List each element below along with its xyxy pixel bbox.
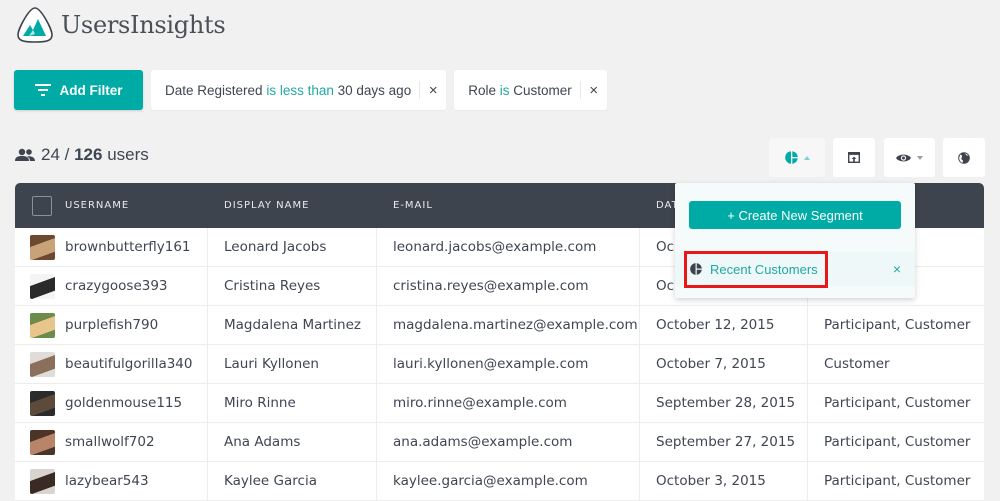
avatar: [30, 312, 55, 338]
caret-down-icon: [917, 155, 923, 160]
delete-segment-icon[interactable]: ×: [893, 261, 901, 277]
export-button[interactable]: [833, 138, 875, 177]
users-icon: [15, 148, 35, 161]
cell-roles: Participant, Customer: [824, 473, 971, 489]
cell-date-registered: October 3, 2015: [640, 462, 808, 500]
add-filter-label: Add Filter: [59, 82, 123, 98]
table-row[interactable]: smallwolf702 Ana Adams ana.adams@example.c…: [15, 423, 984, 462]
cell-roles: Participant, Customer: [824, 317, 971, 333]
remove-filter-icon[interactable]: ×: [581, 82, 607, 99]
filter-value: 30 days ago: [337, 82, 412, 98]
shown-count: 24: [41, 145, 60, 164]
cell-username: brownbutterfly161: [15, 228, 208, 266]
caret-up-icon: [803, 155, 810, 160]
segments-pie-icon: [784, 151, 798, 164]
cell-username: lazybear543: [15, 462, 208, 500]
create-new-segment-button[interactable]: + Create New Segment: [689, 201, 901, 229]
filter-chip-role[interactable]: Role is Customer ×: [454, 70, 607, 110]
username-link[interactable]: smallwolf702: [65, 434, 155, 450]
app-logo: UsersInsights: [15, 5, 226, 45]
username-link[interactable]: brownbutterfly161: [65, 239, 191, 255]
total-count: 126: [74, 145, 103, 164]
table-row[interactable]: beautifulgorilla340 Lauri Kyllonen lauri.k…: [15, 345, 984, 384]
cell-email: ana.adams@example.com: [377, 423, 640, 461]
cell-date-registered: September 28, 2015: [640, 384, 808, 422]
map-view-button[interactable]: [943, 138, 985, 177]
cell-display-name: Magdalena Martinez: [208, 306, 377, 344]
cell-email: lauri.kyllonen@example.com: [377, 345, 640, 383]
username-link[interactable]: purplefish790: [65, 317, 158, 333]
avatar: [30, 273, 55, 299]
cell-display-name: Leonard Jacobs: [208, 228, 377, 266]
filter-field: Role: [468, 82, 496, 98]
add-filter-button[interactable]: Add Filter: [14, 70, 143, 110]
cell-email: leonard.jacobs@example.com: [377, 228, 640, 266]
table-row[interactable]: lazybear543 Kaylee Garcia kaylee.garcia@ex…: [15, 462, 984, 501]
cell-display-name: Miro Rinne: [208, 384, 377, 422]
export-icon: [848, 152, 860, 163]
username-link[interactable]: lazybear543: [65, 473, 149, 489]
count-separator: /: [59, 145, 75, 164]
cell-date-registered: October 7, 2015: [640, 345, 808, 383]
segment-item-recent-customers[interactable]: Recent Customers ×: [675, 252, 915, 286]
globe-icon: [958, 151, 970, 164]
cell-roles: Customer: [824, 356, 890, 372]
table-row[interactable]: purplefish790 Magdalena Martinez magdalena…: [15, 306, 984, 345]
cell-display-name: Ana Adams: [208, 423, 377, 461]
username-link[interactable]: crazygoose393: [65, 278, 168, 294]
cell-date-registered: September 27, 2015: [640, 423, 808, 461]
cell-date-registered: October 12, 2015: [640, 306, 808, 344]
segment-label: Recent Customers: [710, 261, 818, 277]
cell-display-name: Lauri Kyllonen: [208, 345, 377, 383]
segments-button[interactable]: [769, 138, 825, 177]
segment-pie-icon: [690, 263, 702, 275]
header-label: Username: [65, 200, 130, 211]
cell-username: smallwolf702: [15, 423, 208, 461]
cell-username: crazygoose393: [15, 267, 208, 305]
filter-operator: is less than: [266, 82, 334, 98]
header-display-name[interactable]: Display Name: [208, 200, 377, 211]
filters-bar: Add Filter Date Registered is less than …: [14, 70, 607, 110]
filter-field: Date Registered: [165, 82, 263, 98]
cell-username: beautifulgorilla340: [15, 345, 208, 383]
segments-dropdown: + Create New Segment Recent Customers ×: [675, 183, 915, 298]
cell-email: cristina.reyes@example.com: [377, 267, 640, 305]
columns-visibility-button[interactable]: [884, 138, 935, 177]
header-email[interactable]: E-mail: [377, 200, 640, 211]
eye-icon: [896, 154, 911, 161]
cell-display-name: Kaylee Garcia: [208, 462, 377, 500]
filter-chip-date-registered[interactable]: Date Registered is less than 30 days ago…: [151, 70, 447, 110]
avatar: [30, 468, 55, 494]
avatar: [30, 390, 55, 416]
avatar: [30, 351, 55, 377]
cell-username: goldenmouse115: [15, 384, 208, 422]
user-count: 24 / 126 users: [15, 145, 149, 165]
cell-email: magdalena.martinez@example.com: [377, 306, 640, 344]
cell-email: miro.rinne@example.com: [377, 384, 640, 422]
cell-roles: Participant, Customer: [824, 395, 971, 411]
username-link[interactable]: goldenmouse115: [65, 395, 182, 411]
count-suffix: users: [102, 145, 149, 164]
filter-operator: is: [499, 82, 510, 98]
filter-value: Customer: [513, 82, 572, 98]
select-all-checkbox[interactable]: [32, 195, 52, 216]
filter-icon: [34, 84, 51, 96]
remove-filter-icon[interactable]: ×: [420, 82, 446, 99]
cell-roles: Participant, Customer: [824, 434, 971, 450]
username-link[interactable]: beautifulgorilla340: [65, 356, 192, 372]
avatar: [30, 429, 55, 455]
avatar: [30, 234, 55, 260]
cell-display-name: Cristina Reyes: [208, 267, 377, 305]
table-row[interactable]: goldenmouse115 Miro Rinne miro.rinne@examp…: [15, 384, 984, 423]
mountain-logo-icon: [17, 7, 53, 43]
header-username[interactable]: Username: [15, 195, 208, 216]
cell-username: purplefish790: [15, 306, 208, 344]
app-name: UsersInsights: [61, 11, 226, 39]
cell-email: kaylee.garcia@example.com: [377, 462, 640, 500]
